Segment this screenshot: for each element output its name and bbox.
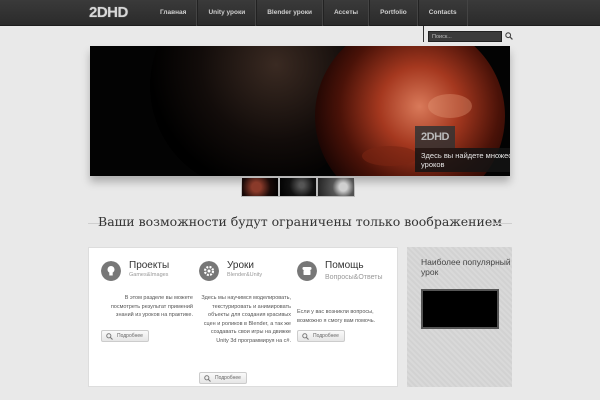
feature-text: Если у вас возникли вопросы, возможно я … <box>297 309 376 324</box>
slide-caption-text: Здесь вы найдете множество инновационных… <box>415 148 510 172</box>
slider-thumbnail[interactable] <box>241 177 279 197</box>
slide-caption-logo: 2DHD <box>415 126 455 148</box>
feature-subtitle: Blender&Unity <box>227 272 263 278</box>
feature-text: Здесь мы научимся моделировать, текстури… <box>201 295 291 344</box>
top-navbar: 2DHD Главная Unity уроки Blender уроки А… <box>0 0 600 26</box>
nav-item-home[interactable]: Главная <box>150 0 198 26</box>
gear-icon <box>199 261 219 281</box>
slider-thumbnails <box>241 177 355 197</box>
main-nav: Главная Unity уроки Blender уроки Ассеты… <box>150 0 468 26</box>
more-button[interactable]: Подробнее <box>199 372 247 384</box>
nav-item-blender-lessons[interactable]: Blender уроки <box>256 0 323 26</box>
nav-item-portfolio[interactable]: Portfolio <box>369 0 418 26</box>
feature-subtitle: Вопросы&Ответы <box>325 274 383 281</box>
popular-lesson-video[interactable] <box>421 289 499 329</box>
popular-lesson-panel: Наиболее популярный урок <box>407 247 512 387</box>
phone-icon <box>297 261 317 281</box>
more-button[interactable]: Подробнее <box>101 330 149 342</box>
search-icon <box>302 333 309 340</box>
more-button-label: Подробнее <box>215 375 241 381</box>
more-button[interactable]: Подробнее <box>297 330 345 342</box>
search-area <box>423 26 513 46</box>
more-button-label: Подробнее <box>313 333 339 339</box>
search-input[interactable] <box>428 31 502 42</box>
more-button-label: Подробнее <box>117 333 143 339</box>
feature-subtitle: Games&Images <box>129 272 169 278</box>
site-logo[interactable]: 2DHD <box>89 4 131 22</box>
search-icon[interactable] <box>505 32 513 40</box>
nav-item-assets[interactable]: Ассеты <box>322 0 370 26</box>
popular-lesson-title: Наиболее популярный урок <box>421 257 511 277</box>
hero-slider[interactable]: 2DHD Здесь вы найдете множество инноваци… <box>90 46 510 176</box>
nav-item-unity-lessons[interactable]: Unity уроки <box>197 0 257 26</box>
feature-title: Проекты <box>129 260 170 271</box>
search-icon <box>204 375 211 382</box>
headline-divider <box>488 223 512 224</box>
search-divider <box>423 26 424 42</box>
features-panel: Проекты Games&Images В этом разделе вы м… <box>88 247 398 387</box>
nav-item-contacts[interactable]: Contacts <box>417 0 468 26</box>
slider-thumbnail[interactable] <box>317 177 355 197</box>
lightbulb-icon <box>101 261 121 281</box>
slider-thumbnail[interactable] <box>279 177 317 197</box>
search-icon <box>106 333 113 340</box>
feature-text: В этом разделе вы можете посмотреть резу… <box>110 295 193 318</box>
feature-title: Уроки <box>227 260 254 271</box>
feature-title: Помощь <box>325 260 364 271</box>
page-headline: Ваши возможности будут ограничены только… <box>98 214 502 229</box>
